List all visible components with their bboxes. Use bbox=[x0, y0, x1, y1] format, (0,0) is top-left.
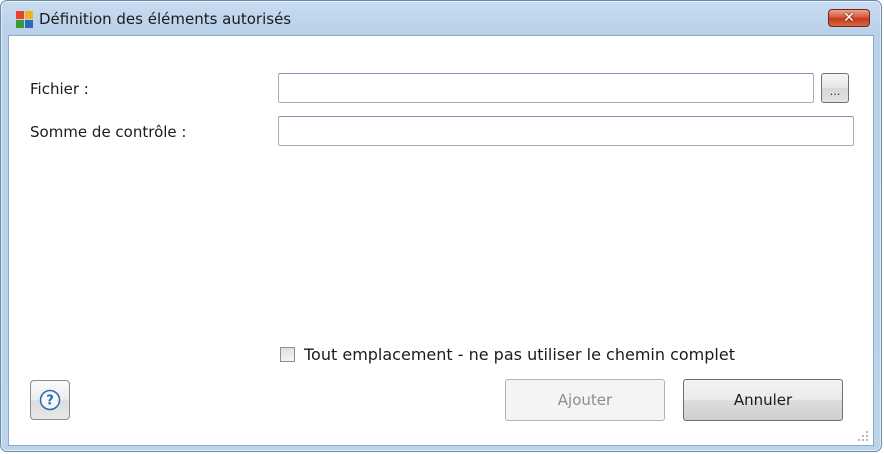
checksum-input[interactable] bbox=[278, 116, 854, 146]
browse-button[interactable]: ... bbox=[821, 73, 849, 103]
cancel-button-label: Annuler bbox=[733, 391, 793, 409]
help-icon: ? bbox=[39, 389, 61, 411]
add-button[interactable]: Ajouter bbox=[505, 379, 665, 421]
cancel-button[interactable]: Annuler bbox=[683, 379, 843, 421]
close-button[interactable]: ✕ bbox=[828, 9, 870, 27]
avg-logo-icon bbox=[16, 11, 33, 28]
checksum-label: Somme de contrôle : bbox=[30, 123, 187, 141]
window-title: Définition des éléments autorisés bbox=[39, 10, 292, 28]
help-button[interactable]: ? bbox=[30, 380, 70, 420]
add-button-label: Ajouter bbox=[557, 391, 613, 409]
close-icon: ✕ bbox=[843, 10, 855, 26]
any-location-checkbox[interactable] bbox=[280, 347, 295, 362]
browse-label: ... bbox=[829, 85, 841, 98]
svg-text:?: ? bbox=[46, 394, 54, 409]
title-bar[interactable]: Définition des éléments autorisés ✕ bbox=[1, 1, 881, 35]
resize-grip-icon[interactable] bbox=[857, 430, 869, 442]
dialog-window: Définition des éléments autorisés ✕ Fich… bbox=[0, 0, 882, 452]
any-location-label[interactable]: Tout emplacement - ne pas utiliser le ch… bbox=[304, 345, 735, 365]
dialog-content: Fichier : ... Somme de contrôle : Tout e… bbox=[8, 35, 874, 446]
file-input[interactable] bbox=[278, 73, 814, 103]
file-label: Fichier : bbox=[30, 80, 89, 98]
